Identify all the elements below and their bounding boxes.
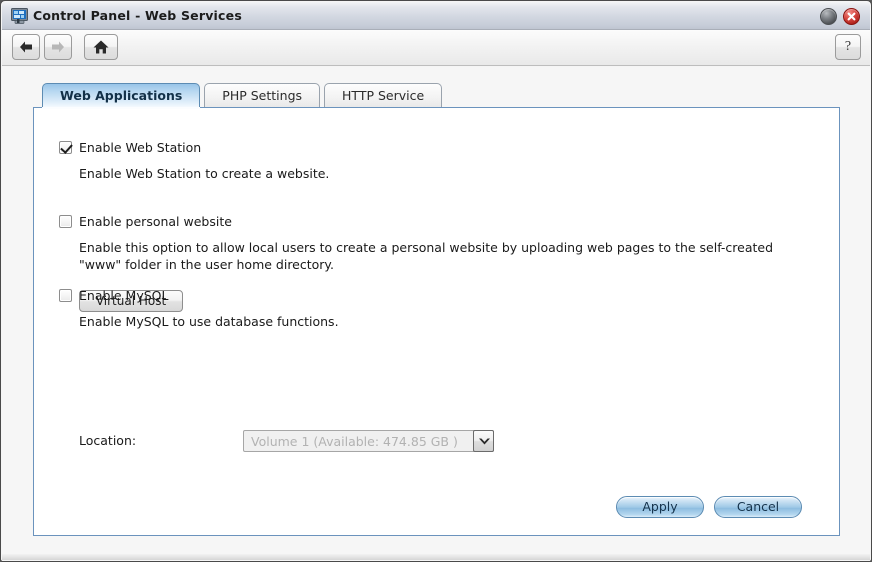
checkbox-mysql[interactable] [59, 289, 72, 302]
checkbox-web-station[interactable] [59, 141, 72, 154]
minimize-button[interactable] [820, 8, 837, 25]
home-button[interactable] [84, 34, 118, 60]
checkbox-label-mysql: Enable MySQL [79, 288, 169, 303]
cancel-button[interactable]: Cancel [714, 496, 802, 518]
checkbox-label-web-station: Enable Web Station [79, 140, 202, 155]
navigation-toolbar: ? [2, 30, 870, 66]
arrow-right-icon [52, 41, 64, 53]
control-panel-icon [11, 8, 28, 24]
volume-select-value: Volume 1 (Available: 474.85 GB ) [251, 434, 458, 449]
control-panel-window: Control Panel - Web Services ? Web Appli… [0, 0, 872, 562]
apply-button[interactable]: Apply [616, 496, 704, 518]
tab-label: Web Applications [60, 88, 183, 103]
home-icon [93, 40, 109, 54]
window-body: Web Applications PHP Settings HTTP Servi… [2, 67, 870, 561]
location-label: Location: [79, 433, 137, 448]
chevron-down-icon[interactable] [473, 430, 494, 452]
checkbox-personal-website[interactable] [59, 215, 72, 228]
help-button[interactable]: ? [835, 34, 861, 60]
description-personal-website: Enable this option to allow local users … [79, 240, 774, 272]
window-bottom-strip [2, 554, 870, 560]
description-mysql: Enable MySQL to use database functions. [79, 314, 339, 329]
tab-content-panel: Enable Web Station Enable Web Station to… [33, 107, 840, 536]
tab-http-service[interactable]: HTTP Service [324, 83, 443, 108]
description-web-station: Enable Web Station to create a website. [79, 166, 330, 181]
arrow-left-icon [20, 41, 32, 53]
tab-label: HTTP Service [342, 88, 425, 103]
close-button[interactable] [843, 8, 860, 25]
tab-web-applications[interactable]: Web Applications [42, 83, 201, 109]
forward-button[interactable] [44, 34, 72, 60]
tab-strip: Web Applications PHP Settings HTTP Servi… [42, 83, 443, 109]
window-title: Control Panel - Web Services [33, 8, 242, 23]
checkbox-label-personal-website: Enable personal website [79, 214, 232, 229]
volume-select[interactable]: Volume 1 (Available: 474.85 GB ) [243, 430, 494, 452]
window-titlebar: Control Panel - Web Services [2, 2, 870, 30]
close-icon [847, 12, 856, 21]
back-button[interactable] [12, 34, 40, 60]
tab-label: PHP Settings [222, 88, 303, 103]
tab-php-settings[interactable]: PHP Settings [204, 83, 321, 108]
